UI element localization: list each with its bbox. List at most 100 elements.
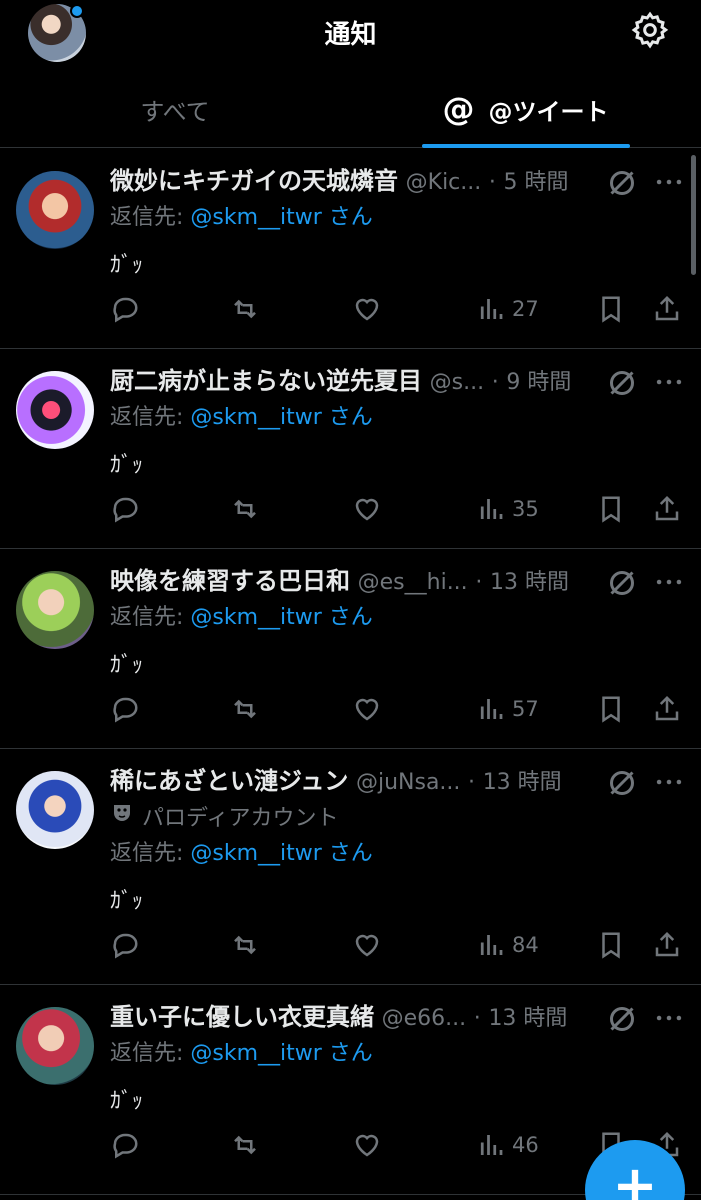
reply-prefix: 返信先: <box>110 841 191 866</box>
heart-icon[interactable] <box>352 689 382 729</box>
reply-context: 返信先: @skm__itwr さん <box>110 1037 373 1071</box>
more-options-icon[interactable] <box>652 365 686 399</box>
reply-icon[interactable] <box>110 689 140 729</box>
tweet-header: 映像を練習する巴日和 @es__hi... · 13 時間 <box>110 561 610 601</box>
views-counter[interactable]: 35 <box>476 489 539 529</box>
avatar[interactable] <box>16 571 94 649</box>
reply-handle-link[interactable]: @skm__itwr さん <box>190 841 372 866</box>
tweet-actions: 84 <box>0 925 701 965</box>
user-handle[interactable]: @es__hi... <box>358 570 468 595</box>
reply-icon[interactable] <box>110 1125 140 1165</box>
mute-icon[interactable] <box>604 365 640 401</box>
display-name[interactable]: 重い子に優しい衣更真緒 <box>110 1003 374 1031</box>
retweet-icon[interactable] <box>230 925 260 965</box>
user-handle[interactable]: @Kic... <box>406 170 482 195</box>
separator-dot: · <box>473 1006 481 1031</box>
tab-all-label: すべて <box>140 97 210 126</box>
more-options-icon[interactable] <box>652 1001 686 1035</box>
avatar[interactable] <box>16 171 94 249</box>
bookmark-icon[interactable] <box>596 289 626 329</box>
tweet-item[interactable]: 微妙にキチガイの天城燐音 @Kic... · 5 時間 返信先: @skm__i… <box>0 149 701 349</box>
display-name[interactable]: 厨二病が止まらない逆先夏目 <box>110 367 422 395</box>
tweet-item[interactable]: 映像を練習する巴日和 @es__hi... · 13 時間 返信先: @skm_… <box>0 549 701 749</box>
tweet-actions: 27 <box>0 289 701 329</box>
parody-label-text: パロディアカウント <box>142 806 339 831</box>
separator-dot: · <box>491 370 499 395</box>
timestamp: 13 時間 <box>482 770 562 795</box>
user-handle[interactable]: @e66... <box>382 1006 467 1031</box>
retweet-icon[interactable] <box>230 489 260 529</box>
views-count: 35 <box>512 497 539 521</box>
views-counter[interactable]: 84 <box>476 925 539 965</box>
avatar[interactable] <box>16 771 94 849</box>
views-count: 46 <box>512 1133 539 1157</box>
share-icon[interactable] <box>652 689 682 729</box>
reply-handle-link[interactable]: @skm__itwr さん <box>190 405 372 430</box>
display-name[interactable]: 映像を練習する巴日和 <box>110 567 350 595</box>
reply-context: 返信先: @skm__itwr さん <box>110 401 373 435</box>
share-icon[interactable] <box>652 489 682 529</box>
bar-chart-icon <box>480 935 503 955</box>
tweet-text: ｶﾞｯ <box>110 653 144 678</box>
bookmark-icon[interactable] <box>596 489 626 529</box>
reply-handle-link[interactable]: @skm__itwr さん <box>190 205 372 230</box>
views-counter[interactable]: 46 <box>476 1125 539 1165</box>
scrollbar[interactable] <box>691 155 696 275</box>
views-counter[interactable]: 27 <box>476 289 539 329</box>
mute-icon[interactable] <box>604 765 640 801</box>
tweet-text: ｶﾞｯ <box>110 1089 144 1114</box>
reply-icon[interactable] <box>110 489 140 529</box>
bookmark-icon[interactable] <box>596 925 626 965</box>
notification-tabs: すべて @ @ツイート <box>0 70 701 148</box>
share-icon[interactable] <box>652 925 682 965</box>
bookmark-icon[interactable] <box>596 689 626 729</box>
retweet-icon[interactable] <box>230 289 260 329</box>
tweet-header: 稀にあざとい漣ジュン @juNsa... · 13 時間 <box>110 761 610 801</box>
retweet-icon[interactable] <box>230 689 260 729</box>
share-icon[interactable] <box>652 289 682 329</box>
mute-icon[interactable] <box>604 165 640 201</box>
display-name[interactable]: 稀にあざとい漣ジュン <box>110 767 348 795</box>
display-name[interactable]: 微妙にキチガイの天城燐音 <box>110 167 398 195</box>
views-count: 84 <box>512 933 539 957</box>
more-options-icon[interactable] <box>652 165 686 199</box>
reply-context: 返信先: @skm__itwr さん <box>110 837 373 871</box>
avatar[interactable] <box>16 1007 94 1085</box>
tweet-text: ｶﾞｯ <box>110 253 144 278</box>
tweet-item[interactable]: 稀にあざとい漣ジュン @juNsa... · 13 時間 パロディアカウント 返… <box>0 749 701 985</box>
separator-dot: · <box>475 570 483 595</box>
tweet-item[interactable]: 厨二病が止まらない逆先夏目 @s... · 9 時間 返信先: @skm__it… <box>0 349 701 549</box>
more-options-icon[interactable] <box>652 765 686 799</box>
reply-handle-link[interactable]: @skm__itwr さん <box>190 605 372 630</box>
active-tab-indicator <box>422 144 630 148</box>
tab-mentions[interactable]: @ @ツイート <box>350 70 701 148</box>
heart-icon[interactable] <box>352 289 382 329</box>
timestamp: 5 時間 <box>503 170 569 195</box>
reply-icon[interactable] <box>110 289 140 329</box>
mute-icon[interactable] <box>604 1001 640 1037</box>
gear-icon[interactable] <box>630 10 670 50</box>
more-options-icon[interactable] <box>652 565 686 599</box>
user-handle[interactable]: @juNsa... <box>356 770 460 795</box>
reply-handle-link[interactable]: @skm__itwr さん <box>190 1041 372 1066</box>
reply-prefix: 返信先: <box>110 1041 191 1066</box>
heart-icon[interactable] <box>352 489 382 529</box>
bar-chart-icon <box>480 1135 503 1155</box>
heart-icon[interactable] <box>352 1125 382 1165</box>
user-handle[interactable]: @s... <box>430 370 484 395</box>
top-bar: 通知 <box>0 0 701 62</box>
retweet-icon[interactable] <box>230 1125 260 1165</box>
reply-prefix: 返信先: <box>110 205 191 230</box>
timestamp: 9 時間 <box>506 370 572 395</box>
reply-icon[interactable] <box>110 925 140 965</box>
heart-icon[interactable] <box>352 925 382 965</box>
tab-all[interactable]: すべて <box>0 70 350 148</box>
page-title: 通知 <box>324 20 377 50</box>
tweet-actions: 35 <box>0 489 701 529</box>
separator-dot: · <box>468 770 476 795</box>
tweet-header: 微妙にキチガイの天城燐音 @Kic... · 5 時間 <box>110 161 610 201</box>
mute-icon[interactable] <box>604 565 640 601</box>
avatar[interactable] <box>16 371 94 449</box>
views-counter[interactable]: 57 <box>476 689 539 729</box>
views-count: 57 <box>512 697 539 721</box>
